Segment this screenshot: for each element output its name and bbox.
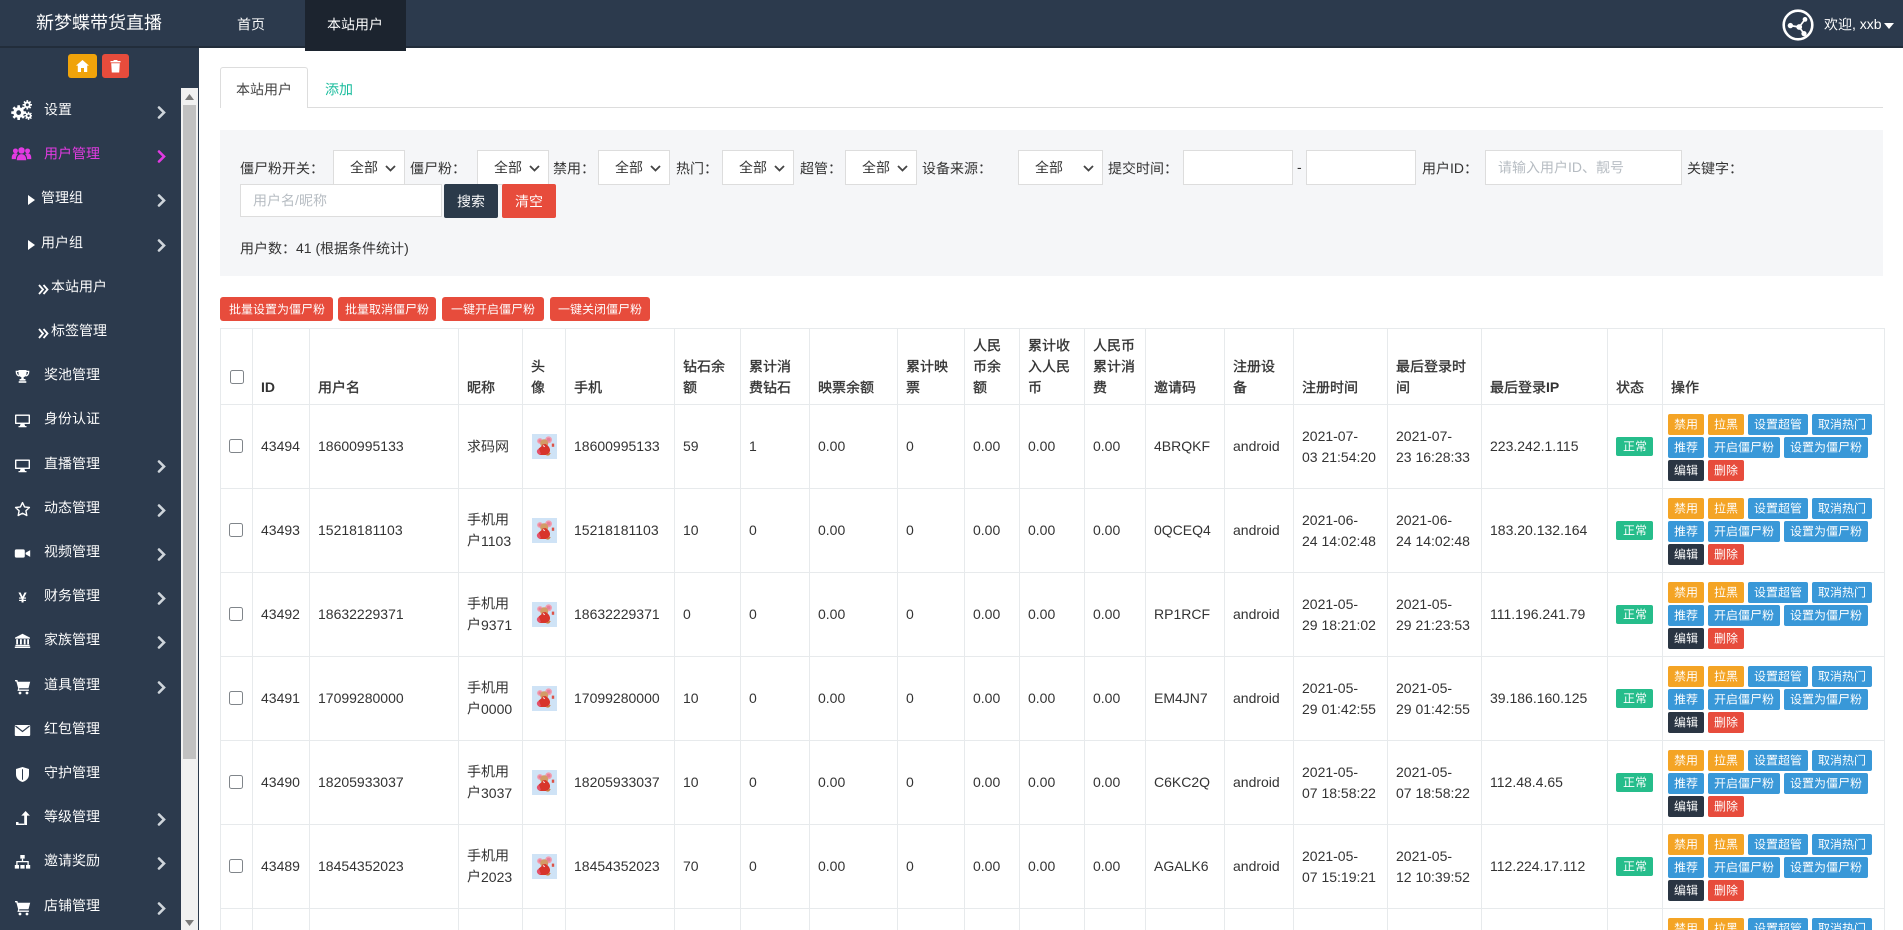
svg-text:¥: ¥ [18, 590, 27, 606]
